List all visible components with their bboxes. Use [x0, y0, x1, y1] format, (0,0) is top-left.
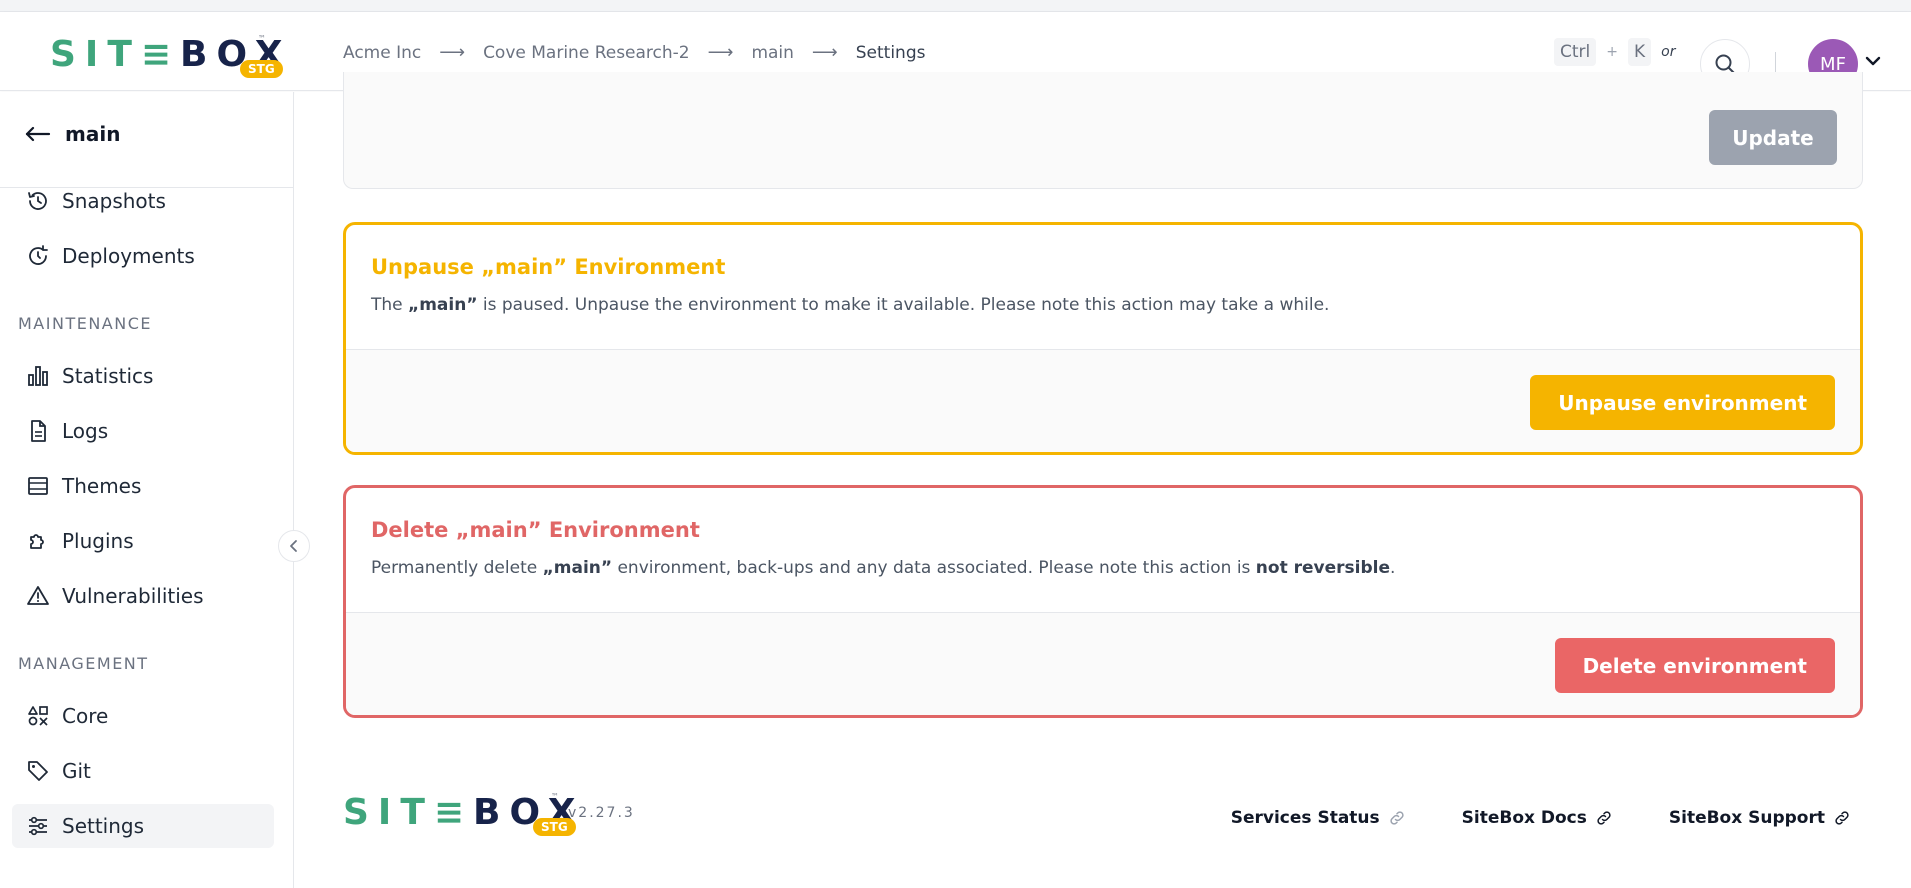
footer-sitebox-logo: SIT≡ BOX ™ STG	[343, 791, 585, 836]
unpause-environment-card: Unpause „main” Environment The „main” is…	[343, 222, 1863, 455]
unpause-card-footer: Unpause environment	[346, 349, 1860, 452]
sidebar-item-themes[interactable]: Themes	[12, 464, 274, 508]
breadcrumb-project[interactable]: Cove Marine Research-2	[483, 43, 690, 63]
themes-icon	[26, 474, 50, 498]
delete-card-description: Permanently delete „main” environment, b…	[371, 558, 1396, 578]
kbd-or: or	[1661, 44, 1676, 60]
kbd-ctrl: Ctrl	[1554, 38, 1597, 66]
sidebar-item-settings[interactable]: Settings	[12, 804, 274, 848]
sidebar-item-label: Logs	[62, 419, 109, 443]
link-icon	[1835, 811, 1849, 825]
unpause-card-description: The „main” is paused. Unpause the enviro…	[371, 295, 1330, 315]
logo-trademark: ™	[551, 792, 559, 801]
arrow-right-icon: ⟶	[811, 42, 838, 63]
link-icon	[1390, 811, 1404, 825]
unpause-card-title: Unpause „main” Environment	[371, 255, 726, 279]
sidebar-item-label: Themes	[62, 474, 142, 498]
sidebar-item-label: Snapshots	[62, 189, 166, 213]
document-icon	[26, 419, 50, 443]
delete-card-footer: Delete environment	[346, 612, 1860, 715]
breadcrumb: Acme Inc ⟶ Cove Marine Research-2 ⟶ main…	[343, 42, 925, 63]
sidebar-item-label: Deployments	[62, 244, 195, 268]
footer-links: Services Status SiteBox Docs SiteBox Sup…	[1231, 808, 1851, 828]
delete-environment-button[interactable]: Delete environment	[1554, 638, 1835, 693]
update-button[interactable]: Update	[1709, 110, 1837, 165]
arrow-left-icon	[25, 126, 51, 142]
section-label-management: MANAGEMENT	[18, 654, 149, 673]
chevron-down-icon[interactable]	[1864, 52, 1882, 70]
sidebar-item-label: Git	[62, 759, 91, 783]
bar-chart-icon	[26, 364, 50, 388]
sidebar-item-label: Plugins	[62, 529, 134, 553]
main-content: Update Unpause „main” Environment The „m…	[295, 72, 1911, 888]
link-icon	[1597, 811, 1611, 825]
env-badge: STG	[240, 60, 283, 78]
history-icon	[26, 189, 50, 213]
breadcrumb-current-page: Settings	[855, 42, 926, 63]
footer-link-sitebox-support[interactable]: SiteBox Support	[1669, 808, 1851, 828]
search-shortcut-hint: Ctrl + K or	[1554, 38, 1675, 66]
sidebar-item-logs[interactable]: Logs	[12, 409, 274, 453]
settings-form-card: Update	[343, 72, 1863, 189]
sidebar-item-label: Core	[62, 704, 109, 728]
footer-link-sitebox-docs[interactable]: SiteBox Docs	[1462, 808, 1613, 828]
puzzle-icon	[26, 529, 50, 553]
section-label-maintenance: MAINTENANCE	[18, 314, 152, 333]
footer-link-services-status[interactable]: Services Status	[1231, 808, 1406, 828]
sliders-icon	[26, 814, 50, 838]
kbd-k: K	[1627, 38, 1652, 66]
deploy-icon	[26, 244, 50, 268]
arrow-right-icon: ⟶	[439, 42, 466, 63]
sitebox-logo[interactable]: SIT≡ BOX ™ STG	[50, 33, 292, 78]
sidebar-item-label: Vulnerabilities	[62, 584, 204, 608]
delete-environment-card: Delete „main” Environment Permanently de…	[343, 485, 1863, 718]
sidebar-back-label: main	[65, 122, 121, 146]
chevron-left-icon	[290, 540, 297, 552]
shapes-icon	[26, 704, 50, 728]
sidebar-item-label: Statistics	[62, 364, 154, 388]
app-version: v2.27.3	[568, 805, 635, 821]
sidebar-collapse-button[interactable]	[278, 530, 310, 562]
delete-card-title: Delete „main” Environment	[371, 518, 700, 542]
arrow-right-icon: ⟶	[707, 42, 734, 63]
sidebar-item-statistics[interactable]: Statistics	[12, 354, 274, 398]
logo-text-site: SIT≡	[343, 791, 474, 833]
sidebar-item-git[interactable]: Git	[12, 749, 274, 793]
sidebar-item-deployments[interactable]: Deployments	[12, 234, 274, 278]
browser-tab-strip	[0, 0, 1911, 12]
sidebar-item-plugins[interactable]: Plugins	[12, 519, 274, 563]
kbd-plus: +	[1606, 44, 1618, 60]
sidebar-item-snapshots[interactable]: Snapshots	[12, 179, 274, 223]
warning-icon	[26, 584, 50, 608]
breadcrumb-environment[interactable]: main	[751, 43, 793, 63]
breadcrumb-org[interactable]: Acme Inc	[343, 43, 421, 63]
sidebar-item-label: Settings	[62, 814, 145, 838]
unpause-environment-button[interactable]: Unpause environment	[1530, 375, 1835, 430]
sidebar-back-link[interactable]: main	[25, 122, 120, 146]
logo-text-site: SIT≡	[50, 33, 181, 75]
tag-icon	[26, 759, 50, 783]
sidebar-item-core[interactable]: Core	[12, 694, 274, 738]
sidebar: main Snapshots Deployments MAINTENANCE S…	[0, 92, 294, 888]
sidebar-item-vulnerabilities[interactable]: Vulnerabilities	[12, 574, 274, 618]
logo-trademark: ™	[258, 34, 266, 43]
